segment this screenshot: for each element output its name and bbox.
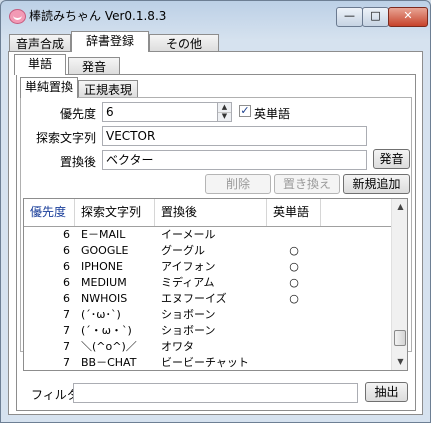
search-string-label: 探索文字列	[36, 131, 97, 145]
cell-search-string: BB－CHAT	[81, 356, 137, 369]
replace-input[interactable]: ベクター	[102, 150, 367, 170]
english-word-label: 英単語	[254, 107, 291, 121]
priority-input[interactable]: 6	[102, 102, 218, 122]
replace-button[interactable]: 置き換え	[274, 174, 340, 194]
cell-replace: エヌフーイズ	[161, 292, 227, 305]
cell-priority: 6	[63, 228, 70, 241]
header-english-word[interactable]: 英単語	[267, 199, 321, 226]
cell-search-string: E－MAIL	[81, 228, 126, 241]
header-search-string[interactable]: 探索文字列	[75, 199, 155, 226]
cell-english-word: ○	[289, 260, 299, 273]
cell-replace: グーグル	[161, 244, 205, 257]
cell-priority: 7	[63, 324, 70, 337]
cell-search-string: MEDIUM	[81, 276, 127, 289]
add-new-button[interactable]: 新規追加	[343, 174, 410, 194]
cell-replace: ビービーチャット	[161, 356, 249, 369]
tab-dictionary[interactable]: 辞書登録	[71, 31, 149, 52]
header-replace[interactable]: 置換後	[155, 199, 267, 226]
cell-search-string: IPHONE	[81, 260, 123, 273]
cell-search-string: NWHOIS	[81, 292, 128, 305]
table-row[interactable]: 7 ＼(^o^)／ オワタ	[24, 339, 391, 355]
english-word-checkbox[interactable]: ✓	[239, 105, 251, 117]
spin-down-icon[interactable]: ▼	[218, 112, 231, 121]
cell-priority: 6	[63, 260, 70, 273]
scroll-up-icon[interactable]: ▲	[392, 199, 407, 215]
table-row[interactable]: 6 IPHONE アイフォン ○	[24, 259, 391, 275]
app-window: 棒読みちゃん Ver0.1.8.3 — □ ✕ 音声合成 辞書登録 その他 単語…	[0, 0, 431, 423]
table-row[interactable]: 7 BB－CHAT ビービーチャット	[24, 355, 391, 370]
filter-label: フィルタ	[31, 388, 79, 402]
cell-english-word: ○	[289, 292, 299, 305]
header-priority[interactable]: 優先度	[24, 199, 75, 226]
tab-simple-replace[interactable]: 単純置換	[20, 77, 78, 98]
cell-replace: ショボーン	[161, 308, 216, 321]
cell-priority: 7	[63, 308, 70, 321]
pronounce-button[interactable]: 発音	[373, 149, 410, 169]
window-title: 棒読みちゃん Ver0.1.8.3	[29, 9, 167, 23]
table-row[interactable]: 6 MEDIUM ミディアム ○	[24, 275, 391, 291]
cell-replace: イーメール	[161, 228, 216, 241]
tab-voice-synthesis[interactable]: 音声合成	[9, 34, 71, 52]
tab-word[interactable]: 単語	[14, 54, 66, 75]
search-string-input[interactable]: VECTOR	[102, 126, 367, 146]
cell-english-word	[267, 355, 321, 370]
tab-regex[interactable]: 正規表現	[78, 80, 138, 98]
cell-search-string: GOOGLE	[81, 244, 129, 257]
cell-replace: ショボーン	[161, 324, 216, 337]
vertical-scrollbar[interactable]: ▲ ▼	[391, 199, 407, 370]
close-button[interactable]: ✕	[388, 7, 428, 27]
table-row[interactable]: 6 NWHOIS エヌフーイズ ○	[24, 291, 391, 307]
scroll-down-icon[interactable]: ▼	[392, 354, 407, 370]
cell-replace: アイフォン	[161, 260, 216, 273]
title-bar[interactable]: 棒読みちゃん Ver0.1.8.3 — □ ✕	[1, 1, 430, 31]
cell-replace: ミディアム	[161, 276, 215, 289]
table-header: 優先度 探索文字列 置換後 英単語	[24, 199, 391, 227]
cell-priority: 7	[63, 356, 70, 369]
table-row[interactable]: 7 (´･ω･`) ショボーン	[24, 307, 391, 323]
cell-english-word	[267, 339, 321, 355]
table-row[interactable]: 7 (´・ω・`) ショボーン	[24, 323, 391, 339]
cell-english-word	[267, 307, 321, 323]
priority-label: 優先度	[60, 107, 97, 121]
cell-priority: 7	[63, 340, 70, 353]
cell-priority: 6	[63, 244, 70, 257]
cell-search-string: ＼(^o^)／	[81, 340, 137, 353]
cell-replace: オワタ	[161, 340, 194, 353]
cell-priority: 6	[63, 276, 70, 289]
replace-label: 置換後	[60, 155, 97, 169]
priority-spinner[interactable]: ▲ ▼	[217, 102, 232, 122]
delete-button[interactable]: 削除	[205, 174, 271, 194]
filter-input[interactable]	[73, 383, 358, 403]
maximize-button[interactable]: □	[362, 7, 389, 27]
tab-other[interactable]: その他	[149, 34, 219, 52]
scroll-thumb[interactable]	[394, 330, 406, 346]
cell-english-word: ○	[289, 276, 299, 289]
cell-search-string: (´･ω･`)	[81, 308, 121, 321]
dictionary-table[interactable]: 優先度 探索文字列 置換後 英単語 6 E－MAIL イーメール 6 GOOGLE グーグ…	[23, 198, 408, 371]
cell-english-word	[267, 227, 321, 243]
minimize-button[interactable]: —	[336, 7, 363, 27]
cell-search-string: (´・ω・`)	[81, 324, 132, 337]
table-row[interactable]: 6 GOOGLE グーグル ○	[24, 243, 391, 259]
cell-english-word: ○	[289, 244, 299, 257]
cell-english-word	[267, 323, 321, 339]
cell-priority: 6	[63, 292, 70, 305]
extract-button[interactable]: 抽出	[365, 382, 408, 402]
table-row[interactable]: 6 E－MAIL イーメール	[24, 227, 391, 243]
app-face-icon	[9, 9, 26, 24]
tab-pronunciation[interactable]: 発音	[68, 57, 120, 75]
